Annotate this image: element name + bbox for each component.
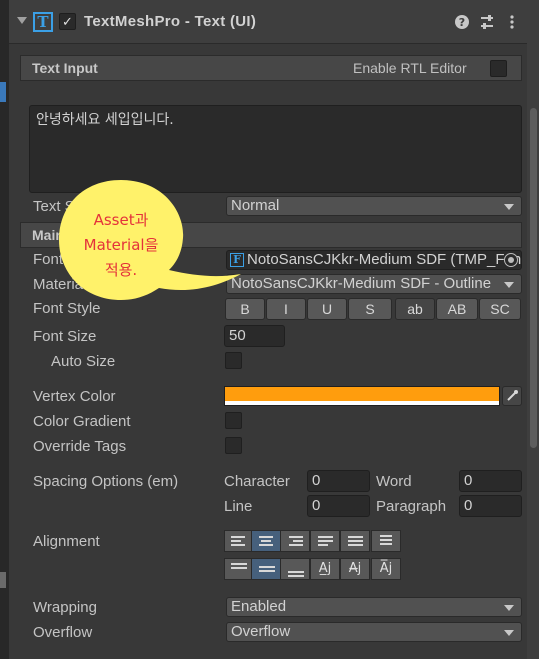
align-right-button[interactable] <box>280 530 310 552</box>
override-tags-checkbox[interactable] <box>225 437 242 454</box>
text-input-section-header[interactable]: Text Input Enable RTL Editor <box>20 55 522 81</box>
component-enabled-checkbox[interactable]: ✓ <box>59 13 76 30</box>
callout-line-3: 적용. <box>104 261 138 279</box>
character-spacing-input[interactable]: 0 <box>307 470 370 492</box>
align-center-button[interactable] <box>251 530 281 552</box>
object-picker-icon[interactable] <box>504 253 518 267</box>
align-bottom-button[interactable] <box>280 558 310 580</box>
text-style-dropdown[interactable]: Normal <box>226 196 522 216</box>
foldout-arrow-icon[interactable] <box>17 17 27 24</box>
chevron-down-icon <box>504 204 514 210</box>
callout-line-1: Asset과 <box>93 211 149 229</box>
eyedropper-icon[interactable] <box>502 386 522 406</box>
font-asset-field[interactable]: F NotoSansCJKkr-Medium SDF (TMP_Font Ass… <box>226 250 522 270</box>
align-middle-button[interactable] <box>251 558 281 580</box>
paragraph-spacing-input[interactable]: 0 <box>459 495 522 517</box>
align-flush-button[interactable] <box>340 530 370 552</box>
override-tags-label: Override Tags <box>33 438 127 455</box>
align-midline-button[interactable]: A̶j <box>340 558 370 580</box>
color-gradient-checkbox[interactable] <box>225 412 242 429</box>
chevron-down-icon <box>504 282 514 288</box>
overflow-value: Overflow <box>231 623 291 640</box>
material-preset-dropdown[interactable]: NotoSansCJKkr-Medium SDF - Outline <box>226 274 522 294</box>
wrapping-label: Wrapping <box>33 599 97 616</box>
component-title: TextMeshPro - Text (UI) <box>84 13 257 30</box>
kebab-menu-icon[interactable] <box>504 14 520 30</box>
chevron-down-icon <box>504 630 514 636</box>
auto-size-label: Auto Size <box>51 353 116 370</box>
wrapping-value: Enabled <box>231 598 287 615</box>
text-input-section-label: Text Input <box>32 60 98 76</box>
selection-marker <box>0 82 6 102</box>
overflow-label: Overflow <box>33 624 93 641</box>
vertex-color-alpha-bar <box>225 401 499 405</box>
wrapping-dropdown[interactable]: Enabled <box>226 597 522 617</box>
color-gradient-label: Color Gradient <box>33 413 131 430</box>
help-icon[interactable]: ? <box>454 14 470 30</box>
callout-line-2: Material을 <box>83 236 159 254</box>
align-top-button[interactable] <box>224 558 254 580</box>
align-left-button[interactable] <box>224 530 254 552</box>
textmeshpro-icon: T <box>33 12 53 32</box>
font-size-input[interactable]: 50 <box>224 325 285 347</box>
overflow-dropdown[interactable]: Overflow <box>226 622 522 642</box>
font-size-label: Font Size <box>33 328 97 345</box>
align-justified-button[interactable] <box>310 530 340 552</box>
vertex-color-label: Vertex Color <box>33 388 116 405</box>
align-baseline-button[interactable]: A̲j <box>310 558 340 580</box>
chevron-down-icon <box>504 605 514 611</box>
enable-rtl-editor-label: Enable RTL Editor <box>353 60 467 76</box>
font-asset-value: NotoSansCJKkr-Medium SDF (TMP_Font Asset… <box>247 251 522 268</box>
scrollbar-thumb[interactable] <box>530 108 537 448</box>
word-spacing-input[interactable]: 0 <box>459 470 522 492</box>
font-style-smallcaps-button[interactable]: SC <box>479 298 521 320</box>
line-spacing-label: Line <box>224 498 253 515</box>
align-geometry-center-button[interactable] <box>371 530 401 552</box>
svg-text:?: ? <box>459 16 465 29</box>
paragraph-spacing-label: Paragraph <box>376 498 447 515</box>
align-capline-button[interactable]: A̅j <box>371 558 401 580</box>
spacing-options-label: Spacing Options (em) <box>33 473 179 490</box>
material-preset-value: NotoSansCJKkr-Medium SDF - Outline <box>231 275 492 292</box>
word-spacing-label: Word <box>376 473 412 490</box>
auto-size-checkbox[interactable] <box>225 352 242 369</box>
font-style-strikethrough-button[interactable]: S <box>348 298 392 320</box>
font-style-italic-button[interactable]: I <box>266 298 306 320</box>
font-style-lowercase-button[interactable]: ab <box>395 298 435 320</box>
character-spacing-label: Character <box>224 473 290 490</box>
alignment-label: Alignment <box>33 533 100 550</box>
line-spacing-input[interactable]: 0 <box>307 495 370 517</box>
font-style-underline-button[interactable]: U <box>307 298 347 320</box>
gutter-marker <box>0 572 6 588</box>
enable-rtl-editor-checkbox[interactable] <box>490 60 507 77</box>
font-style-uppercase-button[interactable]: AB <box>436 298 478 320</box>
presets-icon[interactable] <box>479 14 495 30</box>
